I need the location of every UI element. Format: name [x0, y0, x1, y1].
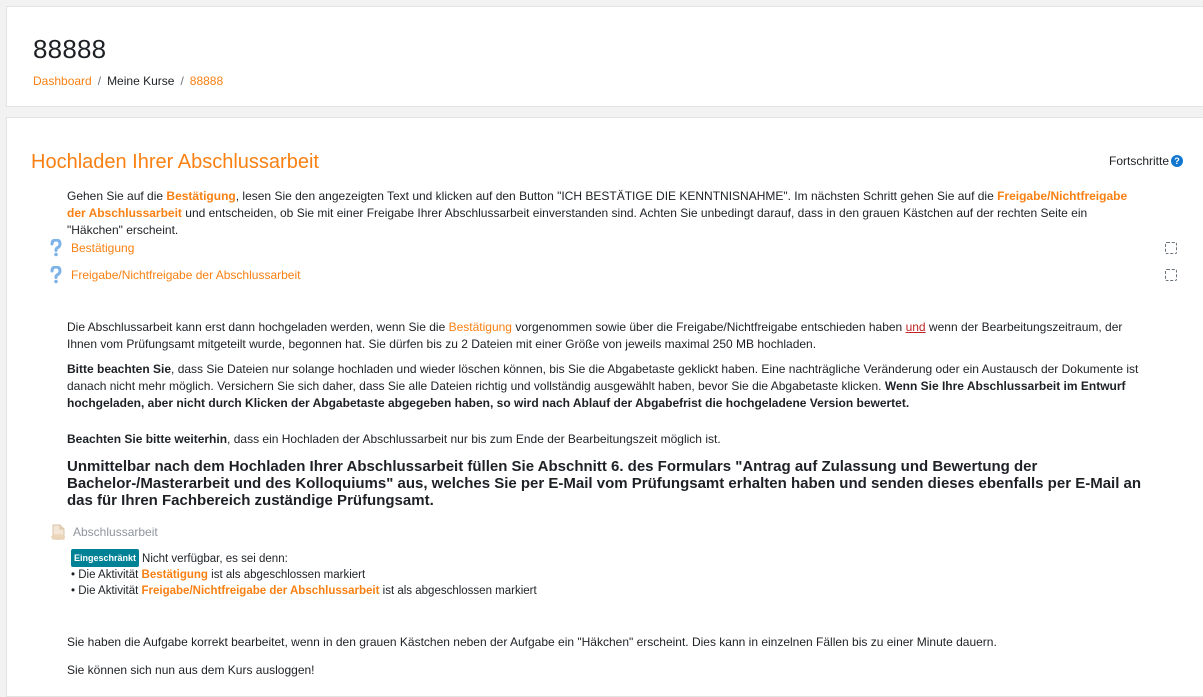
- breadcrumb-my-courses: Meine Kurse: [107, 74, 175, 88]
- completion-checkbox[interactable]: [1165, 242, 1177, 254]
- question-mark-icon: [49, 239, 65, 257]
- activity-freigabe: Freigabe/Nichtfreigabe der Abschlussarbe…: [49, 266, 1177, 284]
- breadcrumb-separator: /: [180, 74, 184, 88]
- breadcrumb-course-link[interactable]: 88888: [190, 74, 223, 88]
- restriction-list: Die Aktivität Bestätigung ist als abgesc…: [71, 567, 537, 599]
- assignment-file-icon: [49, 523, 67, 541]
- breadcrumb-dashboard-link[interactable]: Dashboard: [33, 74, 92, 88]
- restriction-item-text: Die Aktivität: [78, 585, 142, 597]
- activity-abschlussarbeit: Abschlussarbeit: [49, 523, 158, 541]
- restriction-item: Die Aktivität Freigabe/Nichtfreigabe der…: [71, 583, 537, 599]
- question-circle-icon[interactable]: ?: [1171, 155, 1183, 167]
- question-mark-icon: [49, 266, 65, 284]
- intro-text: Gehen Sie auf die Bestätigung, lesen Sie…: [67, 188, 1142, 239]
- restriction-item-text: ist als abgeschlossen markiert: [207, 569, 366, 581]
- completion-checkbox[interactable]: [1165, 269, 1177, 281]
- activity-link-bestaetigung[interactable]: Bestätigung: [71, 241, 1165, 255]
- intro-text-part: , lesen Sie den angezeigten Text und kli…: [235, 189, 998, 203]
- info-text-part: , dass ein Hochladen der Abschlussarbeit…: [227, 432, 721, 446]
- info-text-bold: Beachten Sie bitte weiterhin: [67, 432, 228, 446]
- logout-hint-text: Sie können sich nun aus dem Kurs auslogg…: [67, 663, 315, 677]
- logout-hint: Sie können sich nun aus dem Kurs auslogg…: [67, 662, 1142, 679]
- progress-label: Fortschritte: [1108, 154, 1169, 168]
- restriction-item-text: Die Aktivität: [78, 569, 142, 581]
- completion-hint: Sie haben die Aufgabe korrekt bearbeitet…: [67, 634, 1142, 651]
- breadcrumb-separator: /: [97, 74, 102, 88]
- page-header: 88888 Dashboard / Meine Kurse / 88888: [6, 6, 1203, 107]
- intro-text-part: und entscheiden, ob Sie mit einer Freiga…: [67, 206, 1088, 237]
- info-text-und: und: [905, 320, 926, 334]
- activity-link-freigabe[interactable]: Freigabe/Nichtfreigabe der Abschlussarbe…: [71, 268, 1165, 282]
- restriction-link-freigabe[interactable]: Freigabe/Nichtfreigabe der Abschlussarbe…: [142, 585, 380, 597]
- restriction-info: Eingeschränkt Nicht verfügbar, es sei den…: [71, 549, 537, 599]
- page-title: 88888: [33, 34, 107, 64]
- restriction-item: Die Aktivität Bestätigung ist als abgesc…: [71, 567, 537, 583]
- info-text-bold: Bitte beachten Sie: [67, 362, 172, 376]
- course-section: Hochladen Ihrer Abschlussarbeit Fortschr…: [6, 117, 1203, 697]
- breadcrumb: Dashboard / Meine Kurse / 88888: [33, 74, 223, 88]
- intro-link-bestaetigung[interactable]: Bestätigung: [166, 189, 235, 203]
- restriction-text: Nicht verfügbar, es sei denn:: [142, 553, 288, 565]
- restriction-item-text: ist als abgeschlossen markiert: [379, 585, 537, 597]
- info-text-deadline: Beachten Sie bitte weiterhin, dass ein H…: [67, 431, 1142, 448]
- form-instruction-heading: Unmittelbar nach dem Hochladen Ihrer Abs…: [67, 458, 1142, 509]
- info-text-part: vorgenommen sowie über die Freigabe/Nich…: [511, 320, 906, 334]
- completion-hint-text: Sie haben die Aufgabe korrekt bearbeitet…: [67, 635, 997, 649]
- section-title: Hochladen Ihrer Abschlussarbeit: [31, 151, 319, 173]
- info-text-part: Die Abschlussarbeit kann erst dann hochg…: [67, 320, 449, 334]
- restriction-link-bestaetigung[interactable]: Bestätigung: [142, 569, 208, 581]
- activity-label-abschlussarbeit: Abschlussarbeit: [73, 525, 158, 539]
- info-text-warning: Bitte beachten Sie, dass Sie Dateien nur…: [67, 361, 1142, 412]
- progress-indicator: Fortschritte ?: [1109, 154, 1183, 168]
- intro-text-part: Gehen Sie auf die: [67, 189, 167, 203]
- activity-bestaetigung: Bestätigung: [49, 239, 1177, 257]
- info-link-bestaetigung[interactable]: Bestätigung: [449, 320, 512, 334]
- restricted-badge: Eingeschränkt: [71, 549, 140, 567]
- info-text-upload: Die Abschlussarbeit kann erst dann hochg…: [67, 319, 1142, 353]
